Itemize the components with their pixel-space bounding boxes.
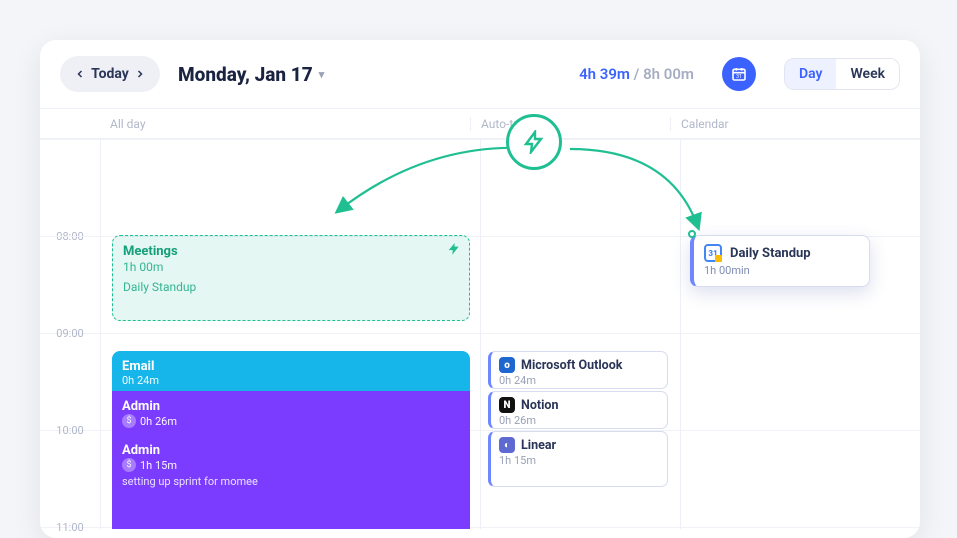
- autotracking-header: Auto-tracking: [470, 117, 670, 131]
- email-title: Email: [122, 359, 460, 374]
- meetings-block[interactable]: Meetings 1h 00m Daily Standup: [112, 235, 470, 321]
- linear-icon: ◐: [499, 437, 515, 453]
- column-headers: All day Auto-tracking Calendar: [40, 109, 920, 139]
- track-outlook-name: Microsoft Outlook: [521, 358, 622, 373]
- bolt-icon: [447, 242, 461, 259]
- admin2-desc: setting up sprint for momee: [122, 475, 460, 488]
- calendar-icon: 31: [731, 66, 747, 82]
- header-bar: Today Monday, Jan 17 ▾ 4h 39m / 8h 00m 3…: [40, 40, 920, 108]
- view-day-tab[interactable]: Day: [785, 59, 837, 89]
- track-outlook-duration: 0h 24m: [499, 374, 659, 387]
- tracked-time: 4h 39m: [579, 65, 630, 83]
- today-button[interactable]: Today: [96, 60, 124, 88]
- view-week-tab[interactable]: Week: [836, 59, 899, 89]
- time-grid[interactable]: 08:00 09:00 10:00 11:00 Meetings 1h 00m …: [40, 139, 920, 529]
- track-notion-duration: 0h 26m: [499, 414, 659, 427]
- admin-block-2[interactable]: Admin $1h 15m setting up sprint for mome…: [112, 435, 470, 529]
- outlook-icon: o: [499, 357, 515, 373]
- track-linear-name: Linear: [521, 438, 556, 453]
- admin2-title: Admin: [122, 443, 460, 458]
- dollar-icon: $: [122, 458, 136, 472]
- track-linear-duration: 1h 15m: [499, 454, 659, 467]
- email-block[interactable]: Email 0h 24m: [112, 351, 470, 391]
- date-title-text: Monday, Jan 17: [178, 63, 313, 86]
- date-title[interactable]: Monday, Jan 17 ▾: [178, 63, 324, 86]
- svg-text:31: 31: [736, 74, 742, 80]
- dollar-icon: $: [122, 414, 136, 428]
- google-calendar-icon: 31: [704, 244, 722, 262]
- meetings-detail: Daily Standup: [123, 280, 459, 294]
- hour-label: 09:00: [40, 327, 100, 340]
- date-nav-group: Today: [60, 56, 160, 92]
- calendar-header: Calendar: [670, 117, 920, 131]
- calendar-event-title: Daily Standup: [730, 246, 811, 261]
- meetings-title: Meetings: [123, 244, 459, 259]
- track-linear[interactable]: ◐ Linear 1h 15m: [488, 431, 668, 487]
- email-duration: 0h 24m: [122, 374, 460, 387]
- admin-block-1[interactable]: Admin $0h 26m: [112, 391, 470, 435]
- hour-label: 11:00: [40, 521, 100, 534]
- time-summary: 4h 39m / 8h 00m: [579, 65, 694, 83]
- calendar-area: All day Auto-tracking Calendar 08:00 09:…: [40, 108, 920, 528]
- track-notion[interactable]: N Notion 0h 26m: [488, 391, 668, 429]
- admin1-duration: 0h 26m: [140, 415, 177, 428]
- calendar-event-daily-standup[interactable]: 31 Daily Standup 1h 00min: [690, 235, 870, 287]
- track-notion-name: Notion: [521, 398, 558, 413]
- calendar-icon-button[interactable]: 31: [722, 57, 756, 91]
- bolt-icon: [522, 130, 546, 154]
- hour-label: 10:00: [40, 424, 100, 437]
- admin2-duration: 1h 15m: [140, 459, 177, 472]
- chevron-down-icon: ▾: [319, 68, 325, 81]
- calendar-event-duration: 1h 00min: [704, 264, 859, 277]
- view-toggle: Day Week: [784, 58, 900, 90]
- meetings-duration: 1h 00m: [123, 260, 459, 274]
- next-day-button[interactable]: [126, 60, 154, 88]
- automation-bolt-badge: [506, 114, 562, 170]
- prev-day-button[interactable]: [66, 60, 94, 88]
- app-card: Today Monday, Jan 17 ▾ 4h 39m / 8h 00m 3…: [40, 40, 920, 538]
- notion-icon: N: [499, 397, 515, 413]
- total-time: 8h 00m: [643, 65, 694, 83]
- track-outlook[interactable]: o Microsoft Outlook 0h 24m: [488, 351, 668, 389]
- resize-handle[interactable]: [688, 230, 696, 238]
- allday-header: All day: [100, 117, 470, 131]
- admin1-title: Admin: [122, 399, 460, 414]
